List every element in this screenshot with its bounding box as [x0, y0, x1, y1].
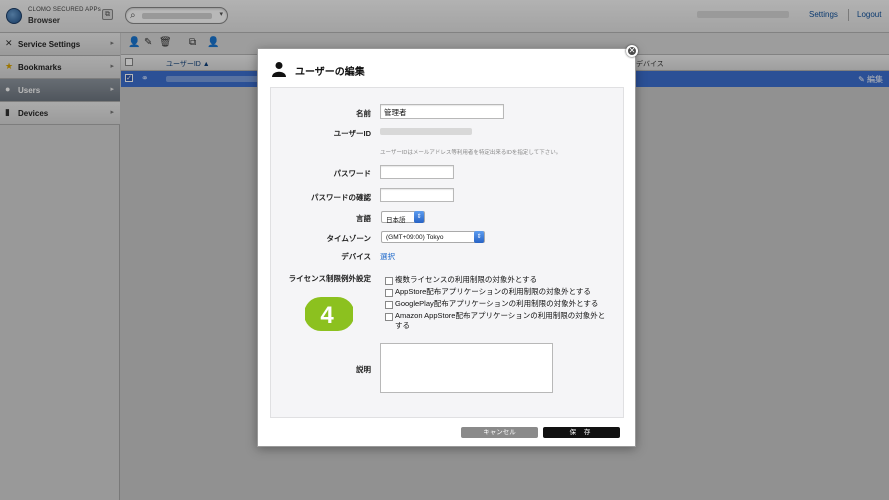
- license-checkbox-googleplay[interactable]: [385, 301, 393, 309]
- device-label: デバイス: [341, 252, 371, 261]
- license-option-label: Amazon AppStore配布アプリケーションの利用制限の対象外とする: [395, 311, 606, 330]
- password-confirm-label: パスワードの確認: [311, 193, 371, 202]
- language-value: 日本語: [386, 217, 406, 224]
- dialog-title: ユーザーの編集: [295, 67, 365, 78]
- license-option-label: GooglePlay配布アプリケーションの利用制限の対象外とする: [395, 299, 599, 308]
- userid-label: ユーザーID: [333, 129, 371, 138]
- license-checkbox-appstore[interactable]: [385, 289, 393, 297]
- name-field[interactable]: 管理者: [380, 104, 504, 119]
- userid-value-blurred: [380, 128, 472, 135]
- close-icon[interactable]: ✕: [626, 45, 638, 57]
- license-option-label: AppStore配布アプリケーションの利用制限の対象外とする: [395, 287, 591, 296]
- name-label: 名前: [356, 109, 371, 118]
- step-badge: 4: [305, 296, 353, 331]
- timezone-value: (GMT+09:00) Tokyo: [386, 234, 444, 241]
- userid-hint: ユーザーIDはメールアドレス等利用者を特定出来るIDを指定して下さい。: [380, 150, 562, 156]
- step-badge-number: 4: [320, 302, 334, 329]
- timezone-label: タイムゾーン: [326, 234, 371, 243]
- cancel-button[interactable]: キャンセル: [461, 427, 538, 438]
- license-checkbox-amazon[interactable]: [385, 313, 393, 321]
- description-label: 説明: [356, 365, 371, 374]
- chevron-updown-icon: ⇕: [414, 211, 424, 223]
- language-select[interactable]: 日本語 ⇕: [381, 211, 425, 224]
- password-label: パスワード: [333, 169, 372, 178]
- chevron-updown-icon: ⇕: [474, 231, 484, 243]
- timezone-select[interactable]: (GMT+09:00) Tokyo ⇕: [381, 231, 485, 243]
- password-field[interactable]: [380, 165, 454, 179]
- license-checkbox-multi[interactable]: [385, 277, 393, 285]
- device-select-link[interactable]: 選択: [380, 251, 395, 262]
- license-label: ライセンス制限例外設定: [288, 274, 371, 283]
- password-confirm-field[interactable]: [380, 188, 454, 202]
- language-label: 言語: [356, 214, 371, 223]
- description-textarea[interactable]: [380, 343, 553, 393]
- save-button[interactable]: 保 存: [543, 427, 620, 438]
- user-icon: [272, 62, 286, 77]
- license-option-label: 複数ライセンスの利用制限の対象外とする: [395, 275, 538, 284]
